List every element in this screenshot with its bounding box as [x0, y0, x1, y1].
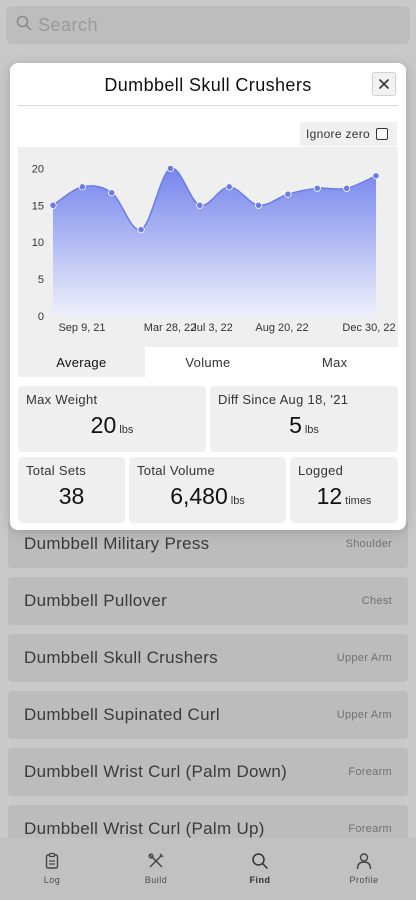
close-button[interactable] [372, 72, 396, 96]
search-icon [252, 853, 268, 869]
chart-svg: 0 5 10 15 20 Sep 9, 21 Mar 28, 22Jul 3, 22 Aug… [32, 163, 396, 334]
exercise-stats-modal: Dumbbell Skull Crushers Ignore zero 0 5 10… [10, 63, 406, 530]
stat-value: 38 [18, 483, 125, 510]
nav-label: Profile [349, 875, 379, 885]
stat-label: Diff Since Aug 18, '21 [218, 392, 349, 407]
metric-tabs: Average Volume Max [18, 347, 399, 377]
nav-label: Build [144, 875, 168, 885]
y-tick-label: 0 [38, 311, 44, 323]
exercise-category: Forearm [348, 766, 392, 778]
stat-value: 12 times [290, 483, 398, 510]
stat-label: Total Volume [137, 463, 216, 478]
list-item[interactable]: Dumbbell Pullover Chest [8, 577, 408, 625]
x-tick-label: Jul 3, 22 [191, 322, 233, 334]
search-icon [16, 15, 32, 36]
data-point[interactable] [372, 172, 380, 180]
stat-diff-since: Diff Since Aug 18, '21 5 lbs [210, 386, 398, 452]
tab-volume[interactable]: Volume [144, 347, 272, 377]
close-icon [378, 78, 390, 90]
data-point[interactable] [225, 183, 233, 191]
stat-unit: lbs [119, 424, 134, 436]
exercise-category: Forearm [348, 823, 392, 835]
stat-number: 12 [316, 483, 343, 509]
y-tick-label: 15 [32, 200, 44, 212]
nav-label: Log [43, 875, 61, 885]
stat-value: 20 lbs [18, 412, 206, 439]
stat-number: 20 [90, 412, 117, 438]
x-tick-label: Aug 20, 22 [255, 322, 308, 334]
data-point[interactable] [108, 189, 116, 197]
exercise-category: Upper Arm [336, 709, 392, 721]
stat-label: Logged [298, 463, 344, 478]
tab-max[interactable]: Max [271, 347, 399, 377]
stat-label: Total Sets [26, 463, 87, 478]
stat-number: 38 [58, 483, 85, 509]
search-input[interactable]: Search [38, 15, 98, 36]
exercise-name: Dumbbell Wrist Curl (Palm Down) [24, 762, 288, 781]
ignore-zero-toggle[interactable]: Ignore zero [300, 122, 397, 146]
title-divider [18, 105, 398, 106]
exercise-name: Dumbbell Wrist Curl (Palm Up) [24, 819, 265, 838]
bottom-nav: Log Build Find Profile [0, 838, 416, 900]
exercise-name: Dumbbell Military Press [24, 534, 210, 553]
data-point[interactable] [49, 201, 57, 209]
list-item[interactable]: Dumbbell Wrist Curl (Palm Down) Forearm [8, 748, 408, 796]
stat-unit: lbs [230, 495, 245, 507]
ignore-zero-checkbox[interactable] [376, 128, 389, 140]
stat-unit: lbs [304, 424, 319, 436]
stat-value: 6,480 lbs [129, 483, 286, 510]
nav-item-log[interactable]: Log [0, 838, 104, 900]
stat-logged: Logged 12 times [290, 457, 398, 523]
exercise-name: Dumbbell Skull Crushers [24, 648, 218, 667]
search-bar[interactable]: Search [6, 6, 410, 44]
x-tick-label: Mar 28, 22 [144, 322, 197, 334]
tab-average[interactable]: Average [18, 347, 145, 377]
y-tick-label: 20 [32, 163, 44, 175]
progress-chart: 0 5 10 15 20 Sep 9, 21 Mar 28, 22 Jul 3, 22 Aug… [18, 147, 398, 347]
nav-label: Find [249, 875, 271, 885]
stat-number: 5 [289, 412, 302, 438]
stat-total-sets: Total Sets 38 [18, 457, 125, 523]
data-point[interactable] [254, 201, 263, 209]
y-tick-label: 10 [32, 237, 44, 249]
data-point[interactable] [284, 190, 292, 198]
ignore-zero-label: Ignore zero [306, 127, 371, 141]
data-point[interactable] [137, 226, 145, 234]
exercise-category: Chest [361, 595, 392, 607]
x-tick-label: Sep 9, 21 [58, 322, 105, 334]
nav-item-find[interactable]: Find [208, 838, 312, 900]
chart-area [53, 168, 376, 316]
exercise-category: Upper Arm [336, 652, 392, 664]
exercise-name: Dumbbell Pullover [24, 591, 168, 610]
wrench-pencil-icon [148, 853, 164, 868]
list-item[interactable]: Dumbbell Skull Crushers Upper Arm [8, 634, 408, 682]
data-point[interactable] [313, 184, 321, 192]
stat-label: Max Weight [26, 392, 98, 407]
nav-item-build[interactable]: Build [104, 838, 208, 900]
nav-item-profile[interactable]: Profile [312, 838, 416, 900]
clipboard-icon [45, 852, 59, 869]
data-point[interactable] [78, 183, 86, 191]
y-tick-label: 5 [38, 274, 44, 286]
list-item[interactable]: Dumbbell Supinated Curl Upper Arm [8, 691, 408, 739]
exercise-category: Shoulder [345, 538, 392, 550]
data-point[interactable] [196, 201, 204, 209]
modal-title: Dumbbell Skull Crushers [104, 75, 312, 95]
stat-unit: times [345, 495, 372, 507]
data-point[interactable] [343, 184, 351, 192]
person-icon [356, 853, 372, 870]
x-tick-label: Dec 30, 22 [342, 322, 395, 334]
data-point[interactable] [166, 164, 175, 172]
stat-value: 5 lbs [210, 412, 398, 439]
stat-max-weight: Max Weight 20 lbs [18, 386, 206, 452]
stat-total-volume: Total Volume 6,480 lbs [129, 457, 286, 523]
exercise-name: Dumbbell Supinated Curl [24, 705, 220, 724]
stat-number: 6,480 [170, 483, 228, 509]
